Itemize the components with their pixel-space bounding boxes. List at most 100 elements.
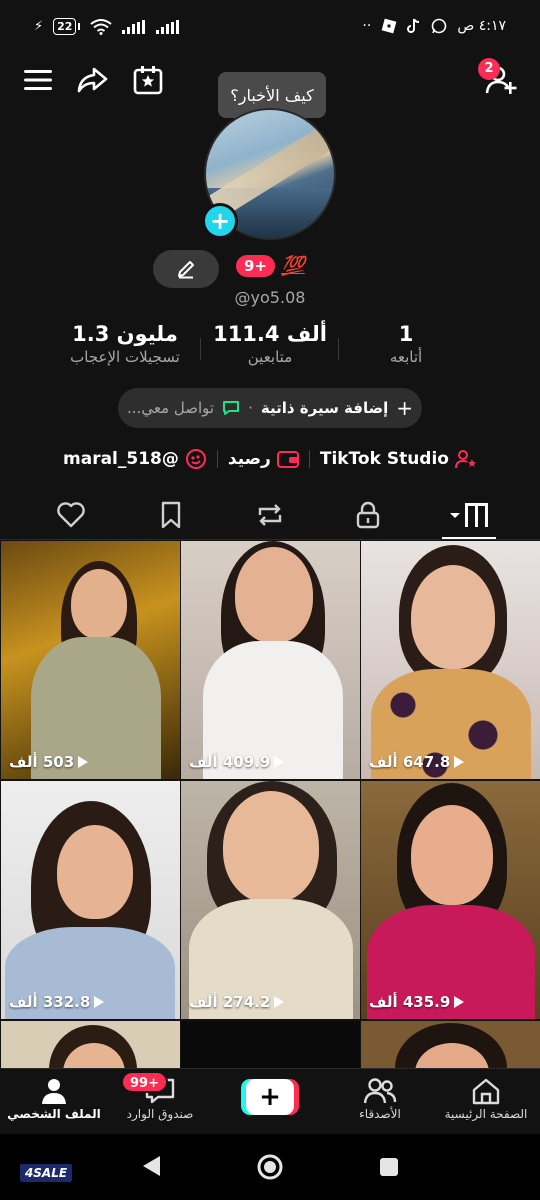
play-icon bbox=[78, 756, 89, 768]
tab-reposts[interactable] bbox=[240, 498, 300, 532]
repost-icon bbox=[258, 504, 282, 526]
pencil-icon bbox=[178, 261, 194, 279]
contact-text: تواصل معي... bbox=[127, 399, 215, 417]
nav-profile-label: الملف الشخصي bbox=[7, 1107, 101, 1121]
plus-icon: + bbox=[209, 207, 231, 235]
play-icon bbox=[454, 756, 465, 768]
balance-link[interactable]: رصيد bbox=[228, 449, 299, 469]
profile-badges: 9+ 💯 bbox=[236, 254, 305, 277]
home-system-button[interactable] bbox=[256, 1153, 284, 1185]
links-divider bbox=[308, 450, 310, 468]
video-grid: 647.8 ألف 409.9 ألف 503 ألف 435.9 ألف 27… bbox=[0, 541, 540, 1068]
bio-bar[interactable]: + إضافة سيرة ذاتية · تواصل معي... bbox=[118, 388, 422, 428]
tooltip-text: كيف الأخبار؟ bbox=[230, 85, 314, 105]
video-thumbnail[interactable] bbox=[1, 1021, 180, 1068]
links-divider bbox=[216, 450, 218, 468]
calendar-star-button[interactable] bbox=[130, 60, 166, 100]
status-bar: ⚡ 22 ٤:١٧ ص ·· bbox=[0, 0, 540, 58]
video-thumbnail[interactable]: 435.9 ألف bbox=[361, 781, 540, 1019]
likes-count: 1.3 مليون bbox=[72, 322, 178, 346]
back-button[interactable] bbox=[140, 1154, 162, 1182]
chat-bubble-icon bbox=[223, 401, 240, 415]
followers-label: متابعين bbox=[247, 348, 293, 366]
balance-label: رصيد bbox=[227, 449, 271, 469]
view-count: 503 ألف bbox=[9, 753, 89, 771]
wallet-icon bbox=[276, 451, 299, 468]
clock: ٤:١٧ ص bbox=[457, 18, 506, 34]
linked-account-label: @maral_518 bbox=[63, 449, 179, 469]
linked-account-link[interactable]: @maral_518 bbox=[63, 448, 207, 470]
stats-divider bbox=[200, 338, 201, 360]
nav-inbox-label: صندوق الوارد bbox=[126, 1107, 194, 1121]
video-thumbnail[interactable]: 332.8 ألف bbox=[1, 781, 180, 1019]
nav-home-label: الصفحة الرئيسية bbox=[444, 1107, 528, 1121]
recents-square-icon bbox=[380, 1158, 398, 1176]
battery-level: 22 bbox=[53, 18, 77, 35]
view-count: 409.9 ألف bbox=[189, 753, 285, 771]
add-story-button[interactable]: + bbox=[202, 203, 238, 239]
share-button[interactable] bbox=[74, 60, 110, 100]
share-arrow-icon bbox=[77, 67, 108, 93]
tab-favorites[interactable] bbox=[141, 498, 201, 532]
tiktok-studio-label: TikTok Studio bbox=[319, 449, 449, 469]
tab-videos[interactable] bbox=[440, 498, 500, 532]
status-left: ⚡ 22 bbox=[34, 18, 180, 35]
home-icon bbox=[472, 1078, 500, 1105]
wifi-icon bbox=[90, 18, 113, 35]
likes-stat[interactable]: 1.3 مليون تسجيلات الإعجاب bbox=[50, 322, 200, 366]
nav-friends-label: الأصدقاء bbox=[359, 1107, 401, 1121]
video-thumbnail[interactable]: 409.9 ألف bbox=[181, 541, 360, 779]
following-count: 1 bbox=[398, 322, 414, 346]
plus-icon: + bbox=[396, 396, 413, 420]
plus-icon: + bbox=[246, 1079, 294, 1115]
hamburger-icon bbox=[24, 70, 52, 90]
user-star-icon bbox=[454, 450, 476, 469]
lemon8-icon bbox=[185, 449, 206, 469]
lock-icon bbox=[356, 501, 380, 529]
more-dots-icon: ·· bbox=[362, 18, 372, 34]
content-tabs bbox=[0, 490, 540, 540]
nav-profile[interactable]: الملف الشخصي bbox=[4, 1075, 104, 1121]
bottom-nav: الصفحة الرئيسية الأصدقاء + صندوق الوارد … bbox=[0, 1068, 540, 1134]
followers-stat[interactable]: 111.4 ألف متابعين bbox=[200, 322, 340, 366]
back-triangle-icon bbox=[143, 1156, 160, 1176]
play-icon bbox=[274, 756, 285, 768]
calendar-star-icon bbox=[133, 66, 163, 95]
nav-friends[interactable]: الأصدقاء bbox=[330, 1075, 430, 1121]
video-thumbnail[interactable] bbox=[181, 1021, 360, 1068]
tab-private[interactable] bbox=[338, 498, 398, 532]
video-thumbnail[interactable] bbox=[361, 1021, 540, 1068]
edit-profile-button[interactable] bbox=[153, 250, 219, 288]
video-thumbnail[interactable]: 647.8 ألف bbox=[361, 541, 540, 779]
create-button[interactable]: + bbox=[241, 1079, 299, 1115]
battery-icon: 22 bbox=[53, 18, 81, 35]
level-badge[interactable]: 9+ bbox=[236, 254, 276, 277]
bio-separator: · bbox=[248, 399, 253, 417]
video-thumbnail[interactable]: 503 ألف bbox=[1, 541, 180, 779]
play-icon bbox=[94, 996, 105, 1008]
watermark-logo: 4SALE bbox=[20, 1164, 72, 1182]
username: @yo5.08 bbox=[234, 288, 306, 307]
heart-icon bbox=[57, 502, 85, 528]
inbox-badge: 99+ bbox=[121, 1071, 168, 1093]
grid-bars-icon bbox=[450, 503, 488, 527]
profile-stats: 1 أتابعه 111.4 ألف متابعين 1.3 مليون تسج… bbox=[0, 322, 540, 378]
play-icon bbox=[274, 996, 285, 1008]
tiktok-notification-icon bbox=[407, 18, 420, 33]
bookmark-icon bbox=[161, 501, 181, 529]
menu-button[interactable] bbox=[20, 60, 56, 100]
nav-home[interactable]: الصفحة الرئيسية bbox=[436, 1075, 536, 1121]
charging-icon: ⚡ bbox=[34, 19, 44, 34]
video-thumbnail[interactable]: 274.2 ألف bbox=[181, 781, 360, 1019]
hundred-emoji: 💯 bbox=[281, 255, 305, 277]
tiktok-studio-link[interactable]: TikTok Studio bbox=[320, 449, 477, 469]
friend-requests-badge: 2 bbox=[478, 58, 500, 80]
friends-icon bbox=[363, 1078, 397, 1104]
recents-button[interactable] bbox=[378, 1156, 400, 1182]
view-count: 332.8 ألف bbox=[9, 993, 105, 1011]
tab-liked[interactable] bbox=[41, 498, 101, 532]
following-stat[interactable]: 1 أتابعه bbox=[346, 322, 466, 366]
status-right: ٤:١٧ ص ·· bbox=[362, 18, 506, 34]
signal-icon-2 bbox=[156, 19, 180, 34]
view-count: 274.2 ألف bbox=[189, 993, 285, 1011]
